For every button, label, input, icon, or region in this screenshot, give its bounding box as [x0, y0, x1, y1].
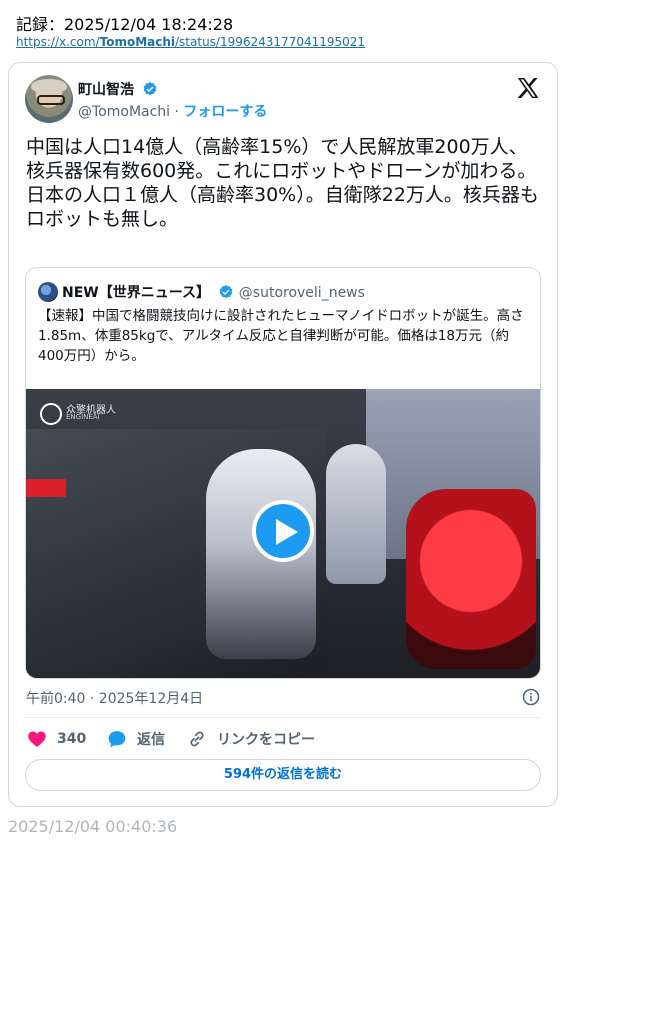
- media-red-robot: [406, 489, 536, 669]
- media-logo-subtext: ENGINEAI: [66, 413, 100, 421]
- quoted-header: NEW【世界ニュース】 @sutoroveli_news: [62, 282, 365, 302]
- url-prefix: https://x.com/: [16, 35, 100, 49]
- heart-icon: [28, 731, 46, 747]
- quoted-display-name: NEW【世界ニュース】: [62, 285, 211, 301]
- verified-badge-icon: [143, 82, 157, 96]
- reply-bubble-icon: [108, 731, 126, 748]
- link-icon: [190, 731, 204, 747]
- media-red-sign: [26, 479, 66, 497]
- follow-button[interactable]: フォローする: [183, 104, 267, 120]
- play-button[interactable]: [252, 500, 314, 562]
- copy-link-button[interactable]: リンクをコピー: [187, 729, 315, 749]
- divider: [25, 717, 541, 718]
- url-suffix: /status/1996243177041195021: [175, 35, 366, 49]
- quoted-avatar: [38, 282, 58, 302]
- handle-separator: ·: [170, 104, 184, 120]
- display-name-text: 町山智浩: [78, 82, 134, 98]
- play-icon: [276, 519, 298, 545]
- read-replies-button[interactable]: 594件の返信を読む: [25, 759, 541, 791]
- avatar[interactable]: [25, 75, 73, 123]
- like-count: 340: [57, 731, 87, 747]
- tweet-timestamp[interactable]: 午前0:40 · 2025年12月4日: [26, 688, 203, 708]
- like-button[interactable]: 340: [27, 729, 86, 749]
- record-timestamp: 記録：2025/12/04 18:24:28: [16, 15, 234, 34]
- media-logo-icon: [40, 403, 62, 425]
- copy-link-label: リンクをコピー: [217, 732, 315, 748]
- verified-badge-icon: [219, 285, 233, 299]
- handle[interactable]: @TomoMachi: [78, 104, 170, 120]
- video-thumbnail[interactable]: 众擎机器人 ENGINEAI: [26, 389, 540, 678]
- tweet-text: 中国は人口14億人（高齢率15%）で人民解放軍200万人、核兵器保有数600発。…: [26, 136, 539, 230]
- source-url-link[interactable]: https://x.com/TomoMachi/status/199624317…: [16, 35, 365, 49]
- handle-line: @TomoMachi · フォローする: [78, 101, 267, 121]
- info-icon[interactable]: [522, 688, 540, 706]
- tweet-card: 町山智浩 @TomoMachi · フォローする 中国は人口14億人（高齢率15…: [8, 62, 558, 807]
- quoted-handle: @sutoroveli_news: [238, 285, 365, 301]
- footer-timestamp: 2025/12/04 00:40:36: [8, 817, 178, 836]
- display-name[interactable]: 町山智浩: [78, 79, 158, 99]
- quoted-tweet[interactable]: NEW【世界ニュース】 @sutoroveli_news 【速報】中国で格闘競技…: [25, 267, 541, 679]
- x-logo-icon[interactable]: [516, 76, 540, 100]
- reply-label: 返信: [137, 732, 165, 748]
- media-robot-background: [326, 444, 386, 584]
- url-user: TomoMachi: [99, 35, 176, 49]
- quoted-text: 【速報】中国で格闘競技向けに設計されたヒューマノイドロボットが誕生。高さ1.85…: [38, 308, 524, 364]
- reply-button[interactable]: 返信: [107, 729, 165, 749]
